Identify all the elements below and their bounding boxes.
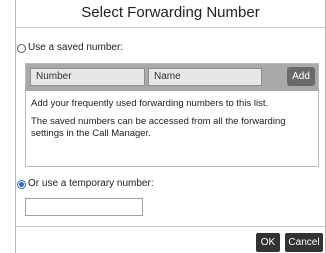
title-divider xyxy=(16,27,325,28)
saved-numbers-info: The saved numbers can be accessed from a… xyxy=(31,116,286,139)
saved-number-radio[interactable] xyxy=(17,44,26,53)
saved-numbers-panel: Number Name Add Add your frequently used… xyxy=(25,63,319,167)
dialog-title: Select Forwarding Number xyxy=(81,4,260,21)
add-number-button[interactable]: Add xyxy=(287,67,315,86)
ok-button[interactable]: OK xyxy=(256,233,280,252)
empty-list-message: Add your frequently used forwarding numb… xyxy=(31,98,269,109)
footer-divider xyxy=(16,226,325,227)
cancel-button[interactable]: Cancel xyxy=(285,233,323,252)
dialog-left-border xyxy=(15,0,16,253)
saved-number-label[interactable]: Use a saved number: xyxy=(28,42,123,53)
temporary-number-input[interactable] xyxy=(25,198,143,216)
temporary-number-label[interactable]: Or use a temporary number: xyxy=(28,178,154,189)
column-header-name[interactable]: Name xyxy=(148,68,262,86)
saved-numbers-header: Number Name Add xyxy=(26,64,318,91)
column-header-number[interactable]: Number xyxy=(30,68,145,86)
temporary-number-radio[interactable] xyxy=(17,180,26,189)
